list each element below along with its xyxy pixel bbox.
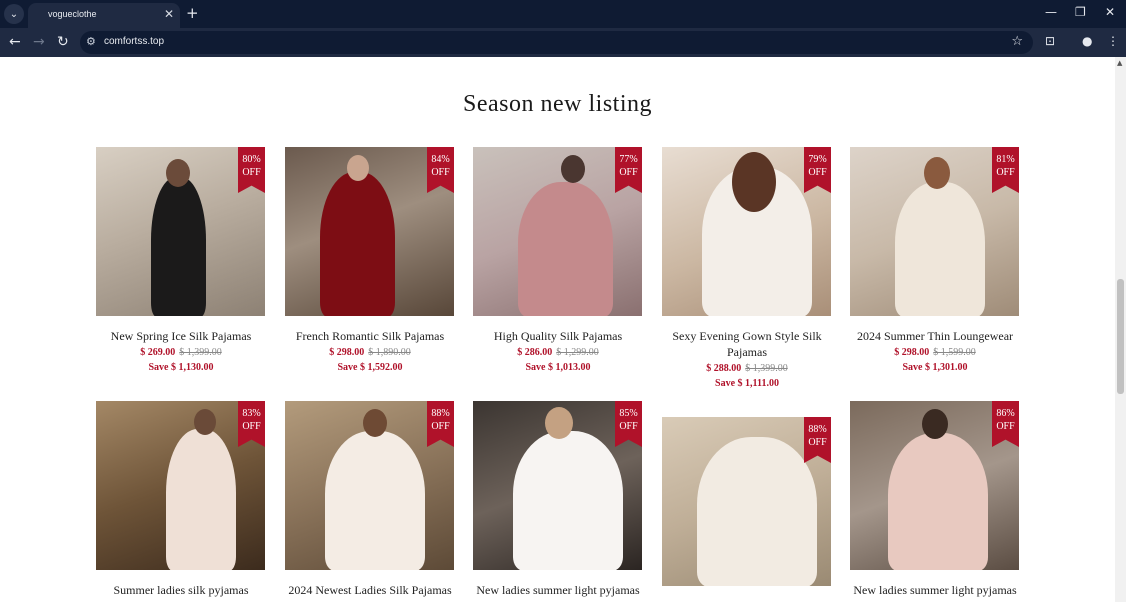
site-info-icon[interactable]: ⚙	[86, 35, 96, 48]
profile-icon[interactable]: ●	[1082, 34, 1092, 48]
bookmark-star-icon[interactable]: ☆	[1011, 34, 1023, 49]
product-name[interactable]: 2024 Summer Thin Loungewear	[850, 328, 1020, 344]
section-title: Season new listing	[463, 91, 652, 117]
product-card[interactable]: 83% OFF Summer ladies silk pyjamas	[96, 401, 266, 598]
price-line: $ 286.00 $ 1,299.00	[473, 346, 643, 360]
product-image[interactable]: 88% OFF	[285, 401, 454, 570]
sale-price: $ 298.00	[329, 347, 365, 358]
product-name[interactable]: New Spring Ice Silk Pajamas	[96, 328, 266, 344]
scroll-up-arrow-icon[interactable]: ▲	[1117, 59, 1122, 67]
product-image[interactable]: 88% OFF	[662, 417, 831, 586]
original-price: $ 1,299.00	[556, 347, 599, 358]
product-image[interactable]: 86% OFF	[850, 401, 1019, 570]
discount-badge: 86% OFF	[992, 401, 1019, 447]
savings-text: Save $ 1,013.00	[525, 362, 591, 373]
sale-price: $ 298.00	[894, 347, 930, 358]
product-card[interactable]: 77% OFF High Quality Silk Pajamas $ 286.0…	[473, 147, 643, 376]
page-viewport: Season new listing 80% OFF New Spring Ice…	[0, 57, 1115, 602]
product-name[interactable]: 2024 Newest Ladies Silk Pajamas	[285, 582, 455, 598]
product-name[interactable]: Sexy Evening Gown Style Silk Pajamas	[662, 328, 832, 360]
minimize-icon[interactable]: —	[1045, 5, 1057, 19]
product-card[interactable]: 79% OFF Sexy Evening Gown Style Silk Paja…	[662, 147, 832, 392]
product-card[interactable]: 86% OFF New ladies summer light pyjamas	[850, 401, 1020, 598]
price-line: $ 298.00 $ 1,599.00	[850, 346, 1020, 360]
forward-arrow-icon[interactable]: →	[33, 34, 45, 50]
product-name[interactable]: Summer ladies silk pyjamas	[96, 582, 266, 598]
original-price: $ 1,890.00	[368, 347, 411, 358]
original-price: $ 1,599.00	[933, 347, 976, 358]
discount-badge: 79% OFF	[804, 147, 831, 193]
product-name[interactable]: New ladies summer light pyjamas	[473, 582, 643, 598]
price-line: $ 298.00 $ 1,890.00	[285, 346, 455, 360]
back-arrow-icon[interactable]: ←	[9, 34, 21, 50]
url-text: comfortss.top	[104, 36, 165, 47]
reload-icon[interactable]: ↻	[57, 34, 69, 50]
address-bar[interactable]: ⚙ comfortss.top ☆	[80, 31, 1033, 54]
discount-badge: 83% OFF	[238, 401, 265, 447]
close-tab-icon[interactable]: ✕	[164, 7, 174, 21]
browser-toolbar: ← → ↻ ⚙ comfortss.top ☆ ⊡ ● ⋮	[0, 28, 1126, 57]
product-image[interactable]: 77% OFF	[473, 147, 642, 316]
sale-price: $ 286.00	[517, 347, 553, 358]
product-card[interactable]: 88% OFF 2024 Newest Ladies Silk Pajamas	[285, 401, 455, 598]
discount-badge: 77% OFF	[615, 147, 642, 193]
discount-badge: 81% OFF	[992, 147, 1019, 193]
product-image[interactable]: 84% OFF	[285, 147, 454, 316]
product-image[interactable]: 80% OFF	[96, 147, 265, 316]
product-image[interactable]: 83% OFF	[96, 401, 265, 570]
page-scrollbar[interactable]: ▲	[1115, 57, 1126, 602]
restore-icon[interactable]: ❐	[1075, 5, 1086, 19]
savings-text: Save $ 1,130.00	[148, 362, 214, 373]
discount-badge: 80% OFF	[238, 147, 265, 193]
browser-tab-bar: ⌄ vogueclothe ✕ + — ❐ ✕	[0, 0, 1126, 28]
product-card[interactable]: 88% OFF	[662, 417, 832, 598]
savings-text: Save $ 1,301.00	[902, 362, 968, 373]
product-name[interactable]: New ladies summer light pyjamas	[850, 582, 1020, 598]
discount-badge: 84% OFF	[427, 147, 454, 193]
savings-text: Save $ 1,592.00	[337, 362, 403, 373]
product-image[interactable]: 85% OFF	[473, 401, 642, 570]
scrollbar-thumb[interactable]	[1117, 279, 1124, 394]
product-card[interactable]: 84% OFF French Romantic Silk Pajamas $ 29…	[285, 147, 455, 376]
new-tab-plus-icon[interactable]: +	[186, 4, 199, 22]
product-name[interactable]: High Quality Silk Pajamas	[473, 328, 643, 344]
savings-text: Save $ 1,111.00	[715, 378, 779, 389]
close-window-icon[interactable]: ✕	[1105, 5, 1115, 19]
original-price: $ 1,399.00	[179, 347, 222, 358]
price-line: $ 269.00 $ 1,399.00	[96, 346, 266, 360]
discount-badge: 88% OFF	[804, 417, 831, 463]
product-card[interactable]: 81% OFF 2024 Summer Thin Loungewear $ 298…	[850, 147, 1020, 376]
sale-price: $ 288.00	[706, 363, 742, 374]
menu-kebab-icon[interactable]: ⋮	[1107, 34, 1119, 48]
product-name[interactable]: French Romantic Silk Pajamas	[285, 328, 455, 344]
tab-title: vogueclothe	[48, 9, 97, 19]
original-price: $ 1,399.00	[745, 363, 788, 374]
discount-badge: 85% OFF	[615, 401, 642, 447]
sale-price: $ 269.00	[140, 347, 176, 358]
price-line: $ 288.00 $ 1,399.00	[662, 362, 832, 376]
product-card[interactable]: 80% OFF New Spring Ice Silk Pajamas $ 269…	[96, 147, 266, 376]
product-image[interactable]: 81% OFF	[850, 147, 1019, 316]
product-image[interactable]: 79% OFF	[662, 147, 831, 316]
product-card[interactable]: 85% OFF New ladies summer light pyjamas	[473, 401, 643, 598]
tab-search-chevron-icon[interactable]: ⌄	[4, 4, 24, 24]
screenshot-icon[interactable]: ⊡	[1045, 34, 1055, 48]
browser-tab[interactable]: vogueclothe ✕	[28, 3, 180, 28]
discount-badge: 88% OFF	[427, 401, 454, 447]
